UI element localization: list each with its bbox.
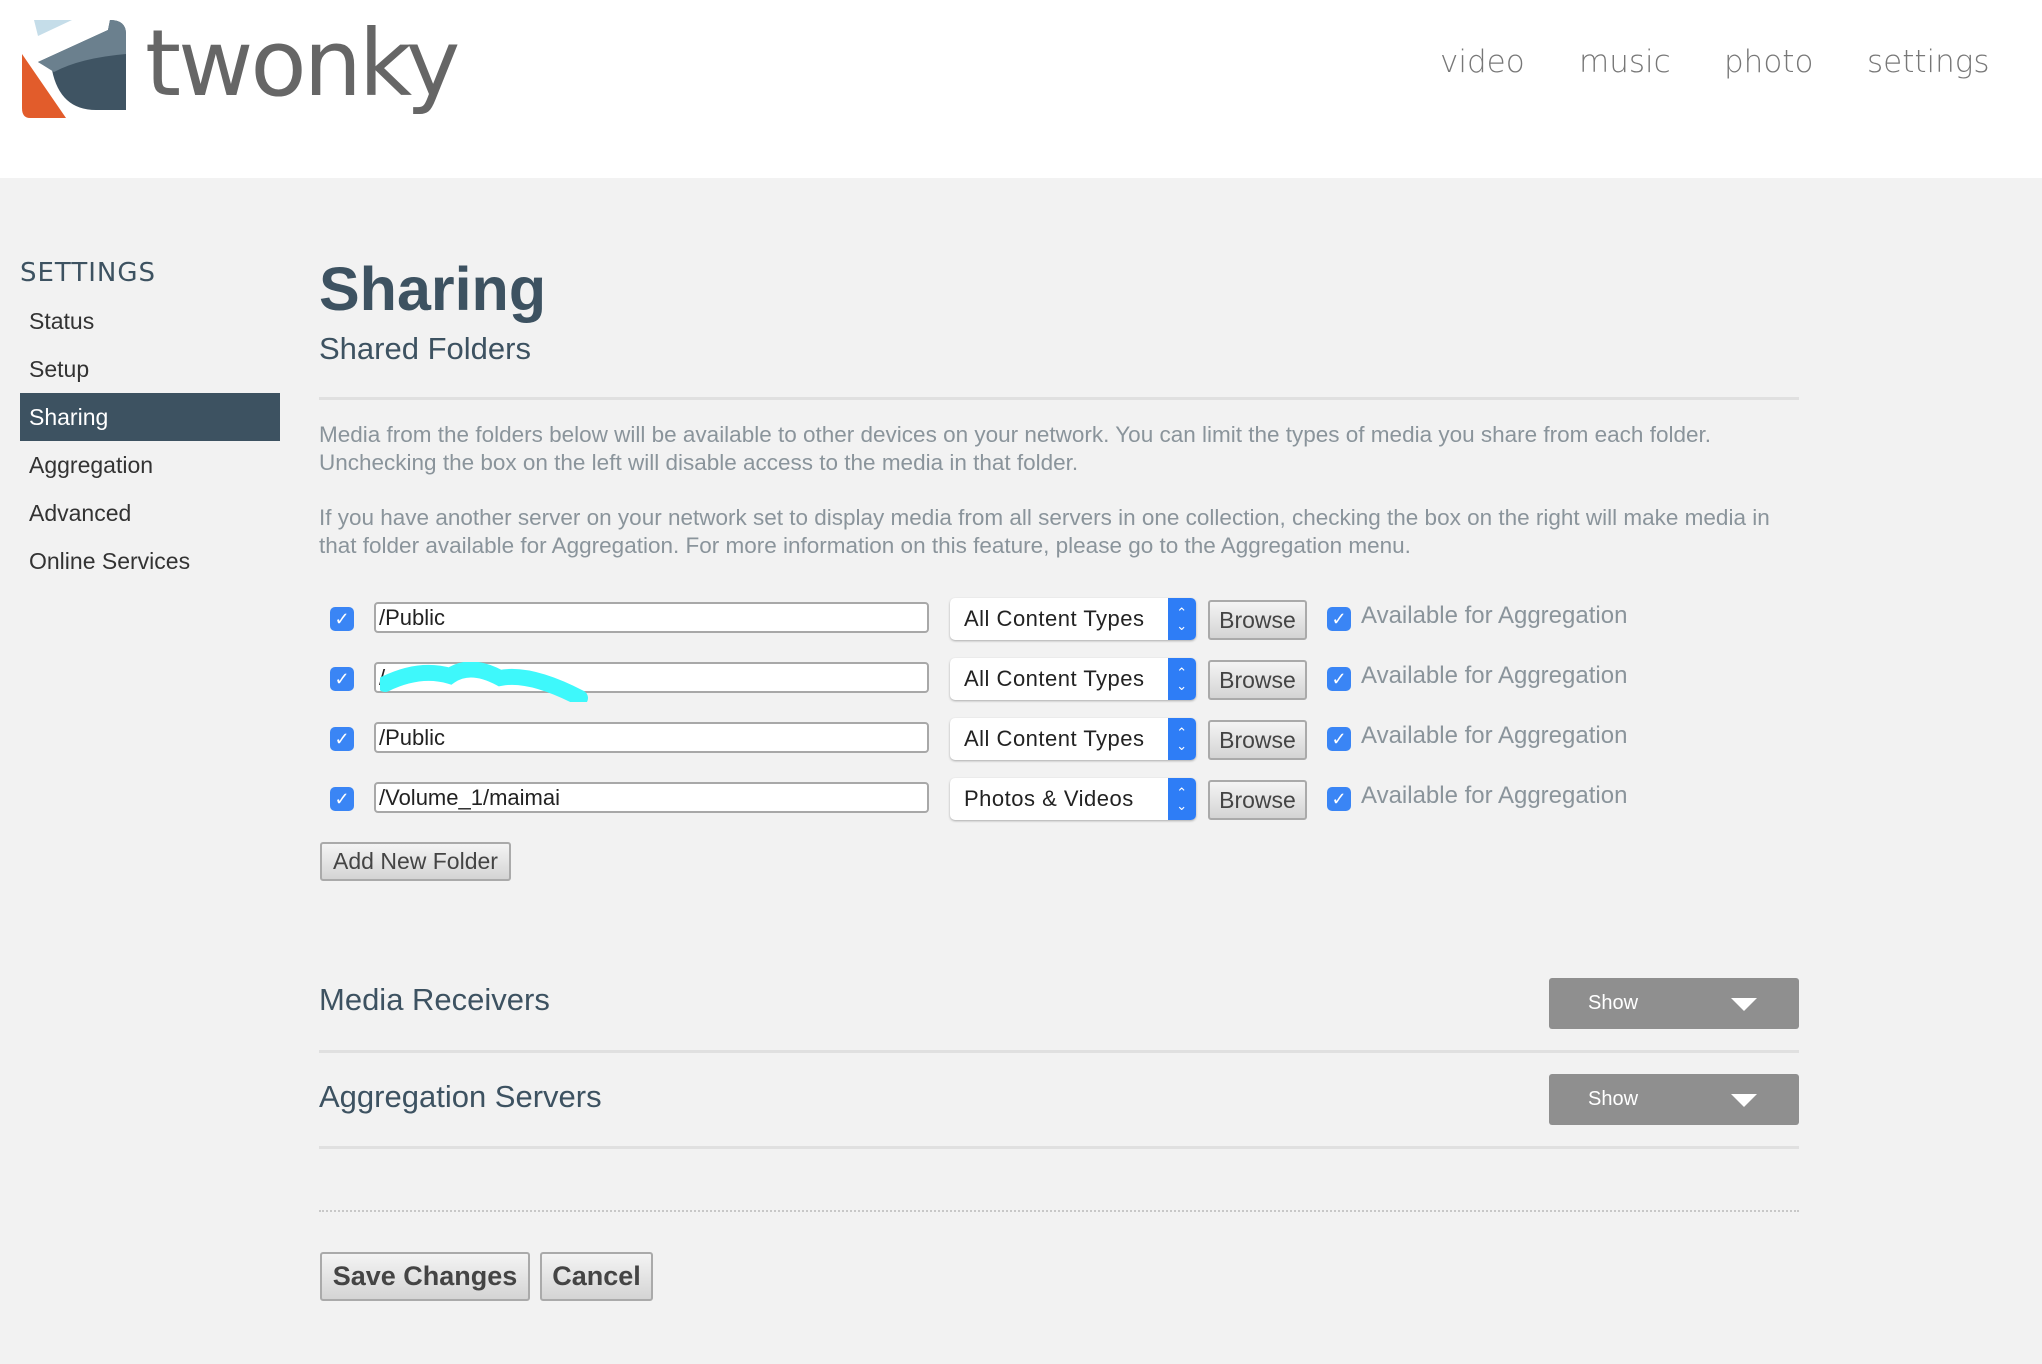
content-type-value: Photos & Videos xyxy=(964,786,1134,811)
nav-video[interactable]: video xyxy=(1440,44,1525,80)
aggregation-checkbox[interactable]: ✓ xyxy=(1327,667,1351,691)
nav-settings[interactable]: settings xyxy=(1867,44,1990,80)
add-new-folder-button[interactable]: Add New Folder xyxy=(320,842,511,881)
select-arrows-icon: ⌃ ⌄ xyxy=(1168,598,1196,640)
sidebar-item-sharing[interactable]: Sharing xyxy=(20,393,280,441)
cancel-button[interactable]: Cancel xyxy=(540,1252,653,1301)
aggregation-checkbox[interactable]: ✓ xyxy=(1327,607,1351,631)
folder-enabled-checkbox[interactable]: ✓ xyxy=(330,727,354,751)
nav-music[interactable]: music xyxy=(1579,44,1671,80)
chevron-down-icon xyxy=(1731,1094,1757,1107)
browse-button[interactable]: Browse xyxy=(1208,780,1307,820)
aggregation-label: Available for Aggregation xyxy=(1361,602,1628,629)
content-type-select[interactable]: All Content Types ⌃ ⌄ xyxy=(950,658,1196,700)
content-type-select[interactable]: All Content Types ⌃ ⌄ xyxy=(950,718,1196,760)
browse-button[interactable]: Browse xyxy=(1208,600,1307,640)
save-changes-button[interactable]: Save Changes xyxy=(320,1252,530,1301)
aggregation-servers-heading: Aggregation Servers xyxy=(319,1079,602,1114)
chevron-down-icon xyxy=(1731,998,1757,1011)
dotted-divider xyxy=(319,1210,1799,1212)
content-type-select[interactable]: Photos & Videos ⌃ ⌄ xyxy=(950,778,1196,820)
select-arrows-icon: ⌃ ⌄ xyxy=(1168,658,1196,700)
folder-path-input[interactable]: /Public xyxy=(374,722,929,753)
folder-enabled-checkbox[interactable]: ✓ xyxy=(330,607,354,631)
folder-enabled-checkbox[interactable]: ✓ xyxy=(330,667,354,691)
sidebar-item-online-services[interactable]: Online Services xyxy=(20,537,280,585)
sidebar-item-advanced[interactable]: Advanced xyxy=(20,489,280,537)
show-label: Show xyxy=(1588,1088,1639,1110)
aggregation-label: Available for Aggregation xyxy=(1361,722,1628,749)
folder-path-input[interactable]: /Public xyxy=(374,602,929,633)
page-title: Sharing xyxy=(319,255,547,323)
folder-path-input[interactable]: /Volume_1/maimai xyxy=(374,782,929,813)
content-type-value: All Content Types xyxy=(964,726,1145,751)
content-type-value: All Content Types xyxy=(964,606,1145,631)
show-label: Show xyxy=(1588,992,1639,1014)
sidebar-item-setup[interactable]: Setup xyxy=(20,345,280,393)
description-1: Media from the folders below will be ava… xyxy=(319,422,1711,475)
sidebar-title: SETTINGS xyxy=(20,258,157,288)
logo-mark-icon xyxy=(22,20,126,118)
aggregation-label: Available for Aggregation xyxy=(1361,662,1628,689)
twonky-logo[interactable]: twonky xyxy=(20,10,460,120)
aggregation-checkbox[interactable]: ✓ xyxy=(1327,787,1351,811)
content-type-value: All Content Types xyxy=(964,666,1145,691)
header: twonky video music photo settings xyxy=(0,0,2042,178)
logo-text: twonky xyxy=(145,10,460,117)
folder-enabled-checkbox[interactable]: ✓ xyxy=(330,787,354,811)
aggregation-checkbox[interactable]: ✓ xyxy=(1327,727,1351,751)
description-2: If you have another server on your netwo… xyxy=(319,505,1770,558)
divider xyxy=(319,1146,1799,1149)
redaction-scribble xyxy=(380,662,588,702)
nav-photo[interactable]: photo xyxy=(1724,44,1813,80)
aggregation-label: Available for Aggregation xyxy=(1361,782,1628,809)
page-subtitle: Shared Folders xyxy=(319,331,531,366)
sidebar-item-status[interactable]: Status xyxy=(20,297,280,345)
divider xyxy=(319,397,1799,400)
aggregation-servers-show-button[interactable]: Show xyxy=(1549,1074,1799,1125)
content-type-select[interactable]: All Content Types ⌃ ⌄ xyxy=(950,598,1196,640)
select-arrows-icon: ⌃ ⌄ xyxy=(1168,778,1196,820)
browse-button[interactable]: Browse xyxy=(1208,660,1307,700)
browse-button[interactable]: Browse xyxy=(1208,720,1307,760)
divider xyxy=(319,1050,1799,1053)
select-arrows-icon: ⌃ ⌄ xyxy=(1168,718,1196,760)
media-receivers-heading: Media Receivers xyxy=(319,982,550,1017)
media-receivers-show-button[interactable]: Show xyxy=(1549,978,1799,1029)
sidebar-item-aggregation[interactable]: Aggregation xyxy=(20,441,280,489)
